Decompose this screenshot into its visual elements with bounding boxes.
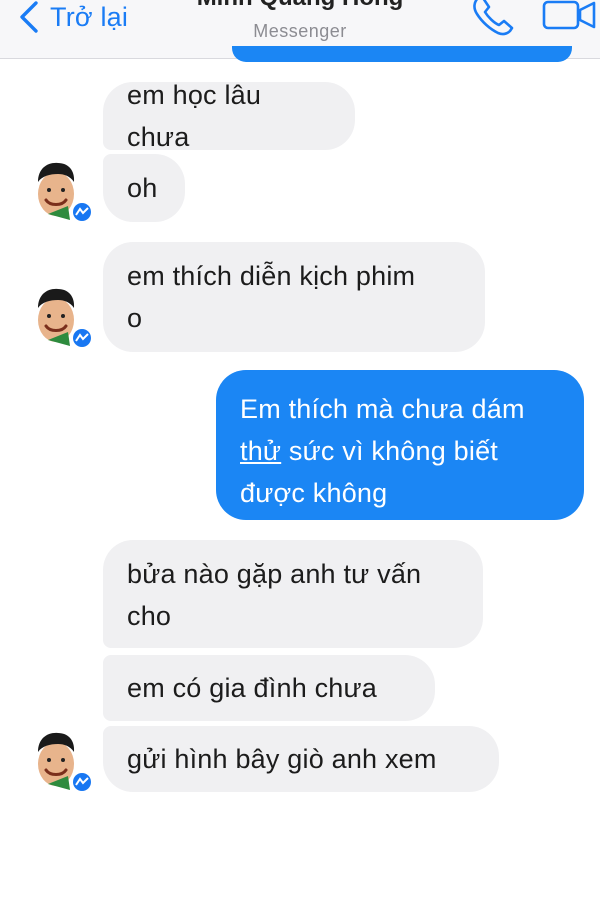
message-text: gửi hình bây giò anh xem	[127, 744, 437, 774]
phone-icon[interactable]	[468, 0, 516, 36]
message-line: được không	[240, 478, 388, 508]
video-camera-icon[interactable]	[542, 0, 598, 34]
message-sent[interactable]: Em thích mà chưa dám thử sức vì không bi…	[216, 370, 584, 520]
message-received[interactable]: gửi hình bây giò anh xem	[103, 726, 499, 792]
message-received[interactable]: bửa nào gặp anh tư vấn cho	[103, 540, 483, 648]
message-received[interactable]: oh	[103, 154, 185, 222]
message-received[interactable]: em học lâu chưa	[103, 80, 355, 152]
message-line: Em thích mà chưa dám	[240, 394, 525, 424]
contact-avatar[interactable]	[18, 280, 96, 352]
conversation-header: Trở lại Minh Quang Hồng Messenger	[0, 0, 600, 62]
message-text: oh	[127, 173, 158, 203]
message-line: bửa nào gặp anh tư vấn	[127, 559, 422, 589]
message-line: thử sức vì không biết	[240, 430, 560, 472]
message-line: cho	[127, 601, 172, 631]
message-line: em thích diễn kịch phim	[127, 261, 416, 291]
message-received[interactable]: em có gia đình chưa	[103, 655, 435, 721]
contact-avatar[interactable]	[18, 154, 96, 226]
underlined-word: thử	[240, 436, 282, 466]
message-line: o	[127, 303, 143, 333]
message-received[interactable]: em thích diễn kịch phim o	[103, 242, 485, 352]
message-text: em có gia đình chưa	[127, 673, 378, 703]
contact-avatar[interactable]	[18, 724, 96, 796]
message-text: em học lâu chưa	[127, 80, 262, 152]
message-fragment: sức vì không biết	[281, 436, 498, 466]
sent-bubble-partial	[232, 46, 572, 62]
